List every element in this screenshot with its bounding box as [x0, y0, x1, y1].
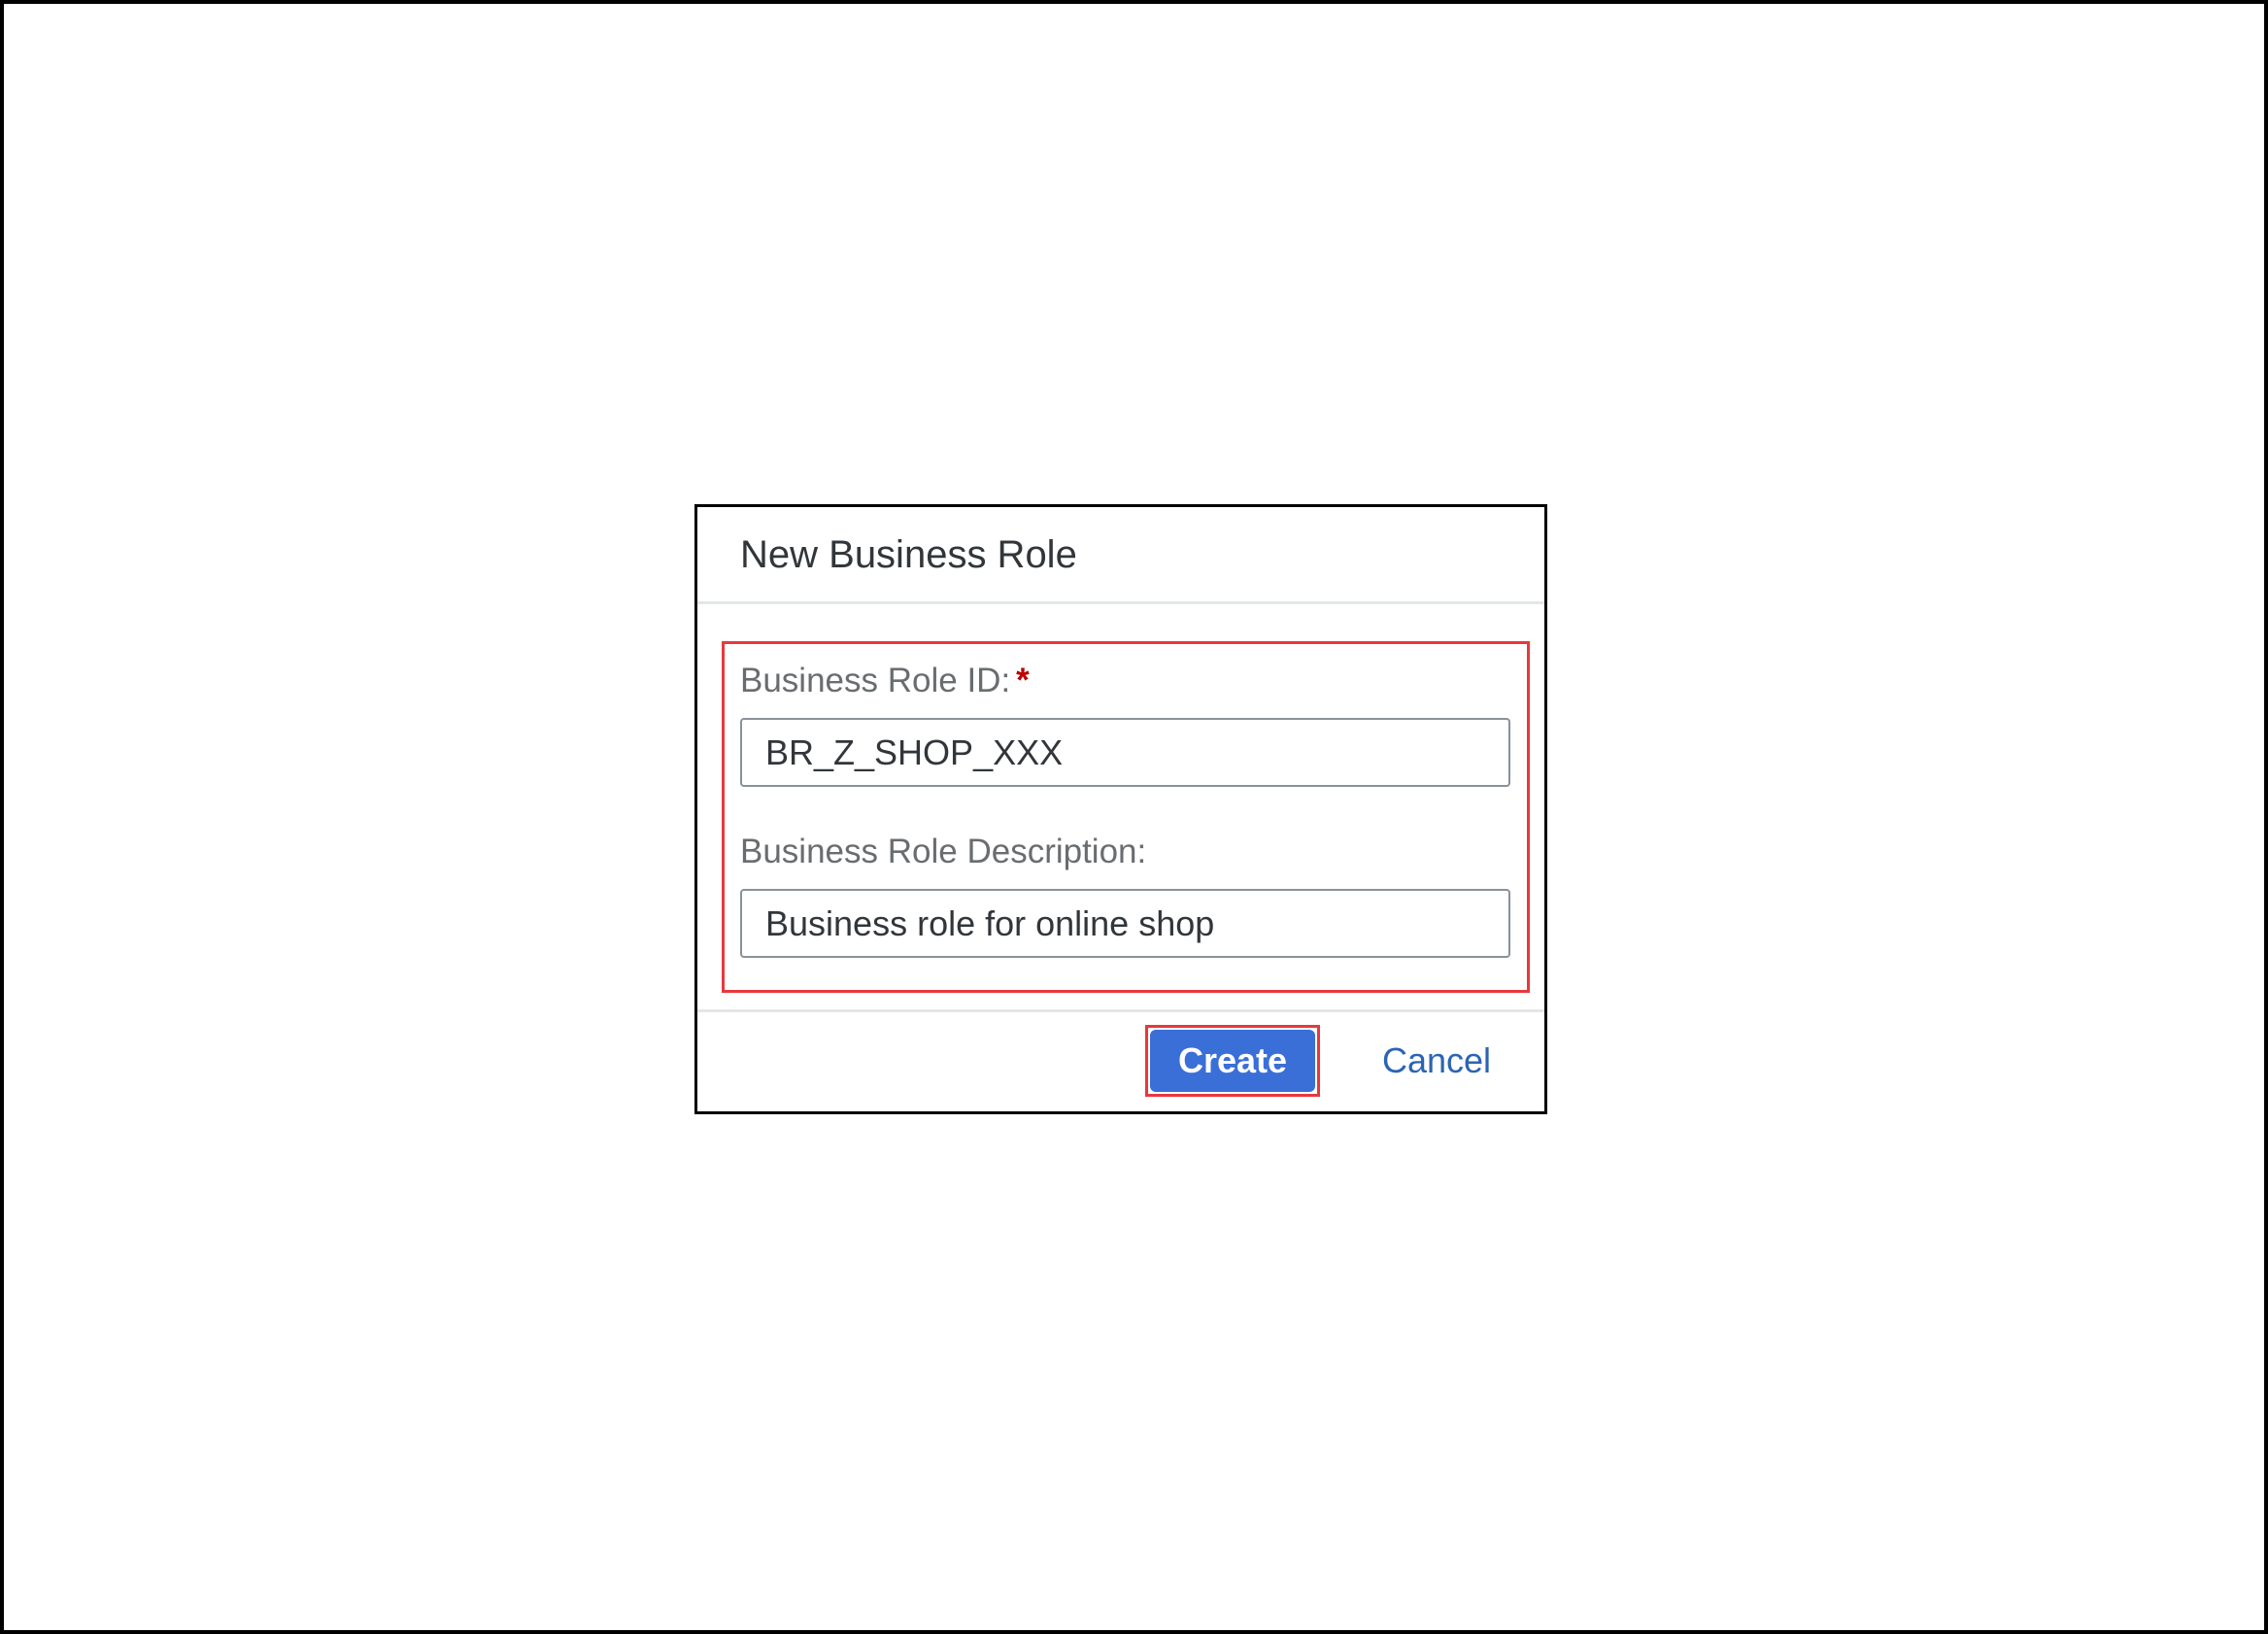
business-role-description-input[interactable] [740, 889, 1510, 958]
create-button[interactable]: Create [1150, 1030, 1315, 1092]
required-indicator: * [1016, 662, 1030, 699]
dialog-header: New Business Role [697, 507, 1544, 604]
screenshot-frame: New Business Role Business Role ID:* Bus… [0, 0, 2268, 1634]
business-role-description-label: Business Role Description: [740, 833, 1147, 870]
dialog-title: New Business Role [740, 533, 1077, 576]
new-business-role-dialog: New Business Role Business Role ID:* Bus… [694, 504, 1547, 1114]
business-role-id-label-text: Business Role ID: [740, 662, 1011, 699]
business-role-id-input[interactable] [740, 718, 1510, 787]
cancel-button[interactable]: Cancel [1354, 1030, 1519, 1092]
business-role-id-label: Business Role ID: * [740, 660, 1030, 702]
